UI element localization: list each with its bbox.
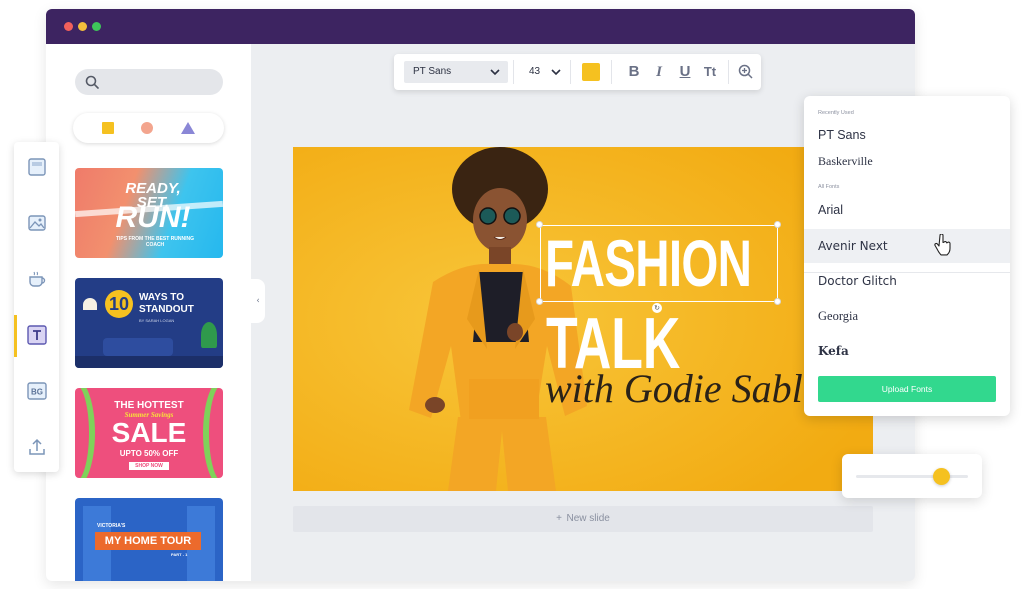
- lamp-image: [83, 298, 97, 310]
- plant-image: [201, 322, 217, 348]
- asset-panel: READY, SET, RUN! TIPS FROM THE BEST RUNN…: [46, 44, 251, 581]
- template-title-line1: WAYS TO: [139, 292, 185, 303]
- upload-icon[interactable]: [26, 436, 48, 458]
- toolbar-divider: [728, 60, 729, 84]
- font-size-value: 43: [529, 66, 541, 77]
- active-indicator: [14, 315, 17, 357]
- minimize-dot[interactable]: [78, 22, 87, 31]
- all-fonts-heading: All Fonts: [818, 184, 840, 190]
- font-option-arial[interactable]: Arial: [804, 193, 1010, 227]
- new-slide-label: New slide: [566, 513, 610, 524]
- script-text[interactable]: with Godie Sable: [545, 365, 821, 412]
- toolbar-divider: [513, 60, 514, 84]
- search-input[interactable]: [75, 69, 223, 95]
- app-stage: READY, SET, RUN! TIPS FROM THE BEST RUNN…: [0, 0, 1024, 589]
- upload-fonts-button[interactable]: Upload Fonts: [818, 376, 996, 402]
- close-dot[interactable]: [64, 22, 73, 31]
- font-option-doctor-glitch[interactable]: Doctor Glitch: [804, 264, 1010, 298]
- tool-sidebar: BG: [14, 142, 59, 472]
- recently-used-heading: Recently Used: [818, 110, 854, 116]
- square-shape[interactable]: [102, 122, 114, 134]
- text-case-button[interactable]: Tt: [700, 62, 720, 82]
- font-family-select[interactable]: PT Sans: [404, 61, 508, 83]
- sofa-image: [103, 338, 173, 356]
- slider-track[interactable]: [856, 475, 968, 478]
- search-icon: [85, 75, 99, 89]
- template-thumbnail-hottest-sale[interactable]: THE HOTTEST Summer Savings SALE UPTO 50%…: [75, 388, 223, 478]
- images-icon[interactable]: [26, 212, 48, 234]
- toolbar-divider: [570, 60, 571, 84]
- background-icon-label: BG: [31, 388, 43, 397]
- template-title-line2: MY HOME TOUR: [95, 532, 201, 550]
- template-title-line1: THE HOTTEST: [114, 400, 184, 411]
- icons-icon[interactable]: [26, 268, 48, 290]
- shape-picker: [73, 113, 224, 143]
- new-slide-button[interactable]: + New slide: [293, 506, 873, 532]
- template-thumbnail-ready-set-run[interactable]: READY, SET, RUN! TIPS FROM THE BEST RUNN…: [75, 168, 223, 258]
- template-thumbnail-10-ways[interactable]: 10 WAYS TO STANDOUT BY SARAH LOGAN: [75, 278, 223, 368]
- text-color-swatch[interactable]: [582, 63, 600, 81]
- collapse-panel-button[interactable]: ‹: [251, 279, 265, 323]
- template-number-badge: 10: [105, 290, 133, 318]
- template-title-line3: PART - 1: [171, 552, 188, 557]
- template-cta: SHOP NOW: [129, 462, 169, 470]
- zoom-dot[interactable]: [92, 22, 101, 31]
- template-subtitle: BY SARAH LOGAN: [139, 318, 175, 323]
- font-option-kefa[interactable]: Kefa: [804, 334, 1010, 368]
- floor-image: [75, 356, 223, 368]
- circle-shape[interactable]: [141, 122, 153, 134]
- bold-button[interactable]: B: [624, 62, 644, 82]
- templates-icon[interactable]: [26, 156, 48, 178]
- headline-text-fashion[interactable]: FASHION: [545, 225, 752, 301]
- template-title-line1: VICTORIA'S: [97, 523, 126, 529]
- toolbar-divider: [611, 60, 612, 84]
- font-size-select[interactable]: 43: [521, 61, 561, 83]
- underline-button[interactable]: U: [675, 62, 695, 82]
- template-title-line4: UPTO 50% OFF: [119, 449, 179, 458]
- text-format-toolbar: PT Sans 43 B I U Tt: [394, 54, 761, 90]
- font-option-baskerville[interactable]: Baskerville: [804, 144, 1010, 178]
- chevron-down-icon: [490, 69, 500, 76]
- triangle-shape[interactable]: [181, 122, 195, 134]
- text-icon[interactable]: [26, 324, 48, 346]
- template-title: WAYS TO STANDOUT: [139, 292, 209, 316]
- font-family-value: PT Sans: [413, 66, 452, 77]
- resize-handle[interactable]: [536, 298, 543, 305]
- template-title-line2: RUN!: [115, 201, 191, 234]
- font-dropdown-menu: Recently Used PT Sans Baskerville All Fo…: [804, 96, 1010, 416]
- resize-handle[interactable]: [536, 221, 543, 228]
- template-title-line3: SALE: [111, 417, 187, 448]
- font-option-georgia[interactable]: Georgia: [804, 299, 1010, 333]
- title-bar: [46, 9, 915, 44]
- plus-icon: +: [556, 513, 563, 524]
- zoom-in-icon[interactable]: [738, 64, 753, 79]
- template-title-line2: STANDOUT: [139, 304, 194, 315]
- background-icon[interactable]: BG: [26, 380, 48, 402]
- resize-handle[interactable]: [774, 221, 781, 228]
- slider-thumb[interactable]: [932, 468, 950, 485]
- font-option-avenir-next[interactable]: Avenir Next: [804, 229, 1010, 263]
- resize-handle[interactable]: [774, 298, 781, 305]
- italic-button[interactable]: I: [649, 62, 669, 82]
- template-subtitle: TIPS FROM THE BEST RUNNING COACH: [115, 236, 195, 248]
- chevron-down-icon: [551, 69, 561, 76]
- hand-cursor-icon: [934, 234, 951, 256]
- template-thumbnail-my-home-tour[interactable]: VICTORIA'S MY HOME TOUR PART - 1: [75, 498, 223, 581]
- slider-card: [842, 454, 982, 498]
